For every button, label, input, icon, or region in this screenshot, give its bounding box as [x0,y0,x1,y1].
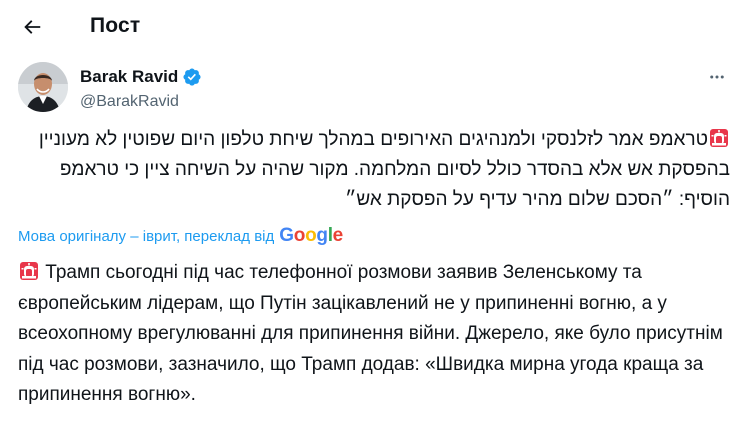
tweet-author: Barak Ravid @BarakRavid [18,62,732,118]
verified-badge-icon[interactable] [182,67,202,87]
police-light-emoji-icon [19,261,39,281]
tweet-translated-body: Трамп сьогодні під час телефонної розмов… [18,262,723,405]
translation-info: Мова оригіналу – іврит, переклад від Goo… [18,224,343,248]
more-horizontal-icon [710,75,724,79]
top-bar: Пост [0,0,750,53]
tweet-original-text: טראמפ אמר לזלנסקי ולמנהיגים האירופים במה… [18,125,730,215]
page-title: Пост [90,14,141,37]
avatar[interactable] [18,62,68,112]
tweet-translated-text: Трамп сьогодні під час телефонної розмов… [18,258,732,411]
tweet-original-body: טראמפ אמר לזלנסקי ולמנהיגים האירופים במה… [38,129,730,210]
back-button[interactable] [14,9,50,45]
avatar-image [18,62,68,112]
author-handle[interactable]: @BarakRavid [80,91,179,113]
google-logo: Google [279,225,343,246]
author-name[interactable]: Barak Ravid [80,66,178,88]
name-row: Barak Ravid [80,66,202,88]
translate-label[interactable]: Мова оригіналу – іврит, переклад від [18,228,274,245]
police-light-emoji-icon [709,128,729,148]
more-options-button[interactable] [702,66,732,88]
arrow-left-icon [24,20,41,34]
